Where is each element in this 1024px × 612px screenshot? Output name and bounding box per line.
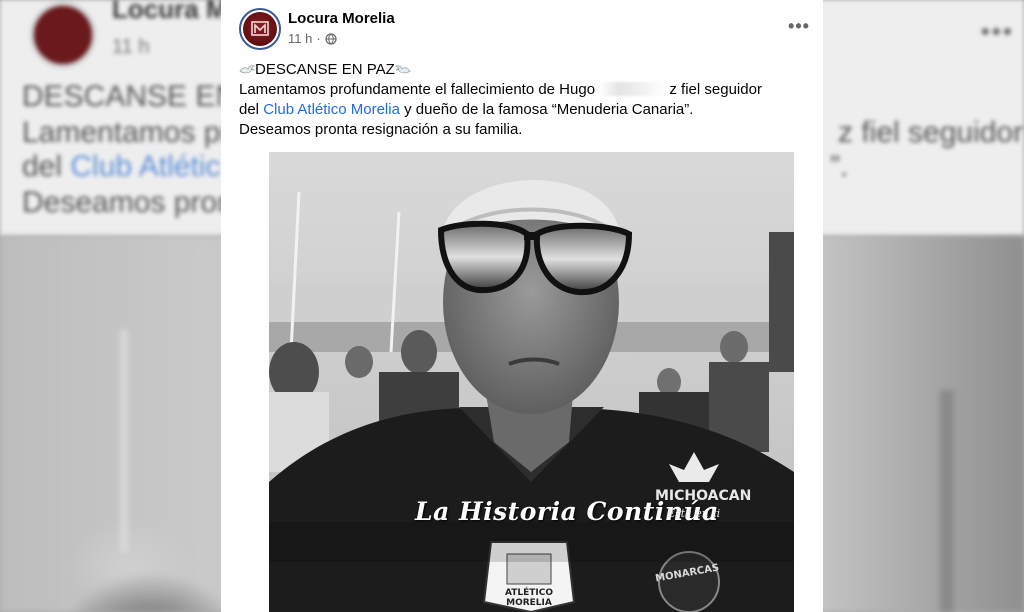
post-photo[interactable]: La Historia Continúa MICHOACAN Está en t… [269, 152, 794, 612]
post-meta: 11 h · [288, 31, 337, 46]
post-time-link[interactable]: 11 h [288, 31, 312, 46]
background-text-line3: del Club Atlétic [22, 150, 220, 184]
background-pole [120, 330, 128, 552]
meta-separator: · [316, 31, 321, 46]
background-text-line3-right: ”. [830, 150, 849, 183]
background-text-line2-left: Lamentamos pro [22, 116, 248, 149]
background-text-line4: Deseamos pron [22, 186, 234, 219]
post-header: Locura Morelia 11 h · ••• [221, 0, 823, 56]
dove-icon [239, 65, 255, 74]
background-avatar [30, 2, 96, 68]
page-name-link[interactable]: Locura Morelia [288, 10, 395, 27]
post-text-line3-prefix: del [239, 101, 260, 118]
page-avatar[interactable] [239, 8, 281, 50]
crest-text: ATLÉTICO MORELIA [504, 588, 554, 608]
post-text-line2-prefix: Lamentamos profundamente el fallecimient… [239, 81, 596, 98]
facebook-post: Locura Morelia 11 h · ••• DESCANSE EN PA… [221, 0, 823, 612]
club-atletico-morelia-link[interactable]: Club Atlético Morelia [263, 101, 400, 118]
rip-heading: DESCANSE EN PAZ [255, 61, 395, 78]
background-text-line1: DESCANSE EN [22, 80, 238, 113]
post-text-line3: del Club Atlético Morelia y dueño de la … [239, 100, 819, 120]
post-text-line1: DESCANSE EN PAZ [239, 60, 819, 80]
locura-morelia-logo-icon [243, 12, 277, 46]
background-page-name: Locura M [112, 0, 228, 24]
post-text: DESCANSE EN PAZ Lamentamos profundamente… [239, 60, 819, 140]
background-text-line3-prefix: del [22, 150, 63, 183]
background-pole [940, 390, 954, 612]
background-post-time: 11 h [112, 36, 150, 58]
more-options-icon: ••• [788, 15, 810, 36]
post-text-line3-suffix: y dueño de la famosa “Menuderia Canaria”… [404, 101, 694, 118]
post-text-line2: Lamentamos profundamente el fallecimient… [239, 80, 819, 100]
memorial-photo-illustration [269, 152, 794, 612]
background-text-line2-right: z fiel seguidor [838, 116, 1024, 149]
jersey-slogan-text: Está en ti [667, 507, 721, 520]
background-club-link: Club Atlétic [70, 150, 221, 183]
dove-icon [394, 65, 411, 74]
jersey-sponsor-text: MICHOACAN [655, 488, 752, 504]
post-text-line2-suffix: z fiel seguidor [669, 81, 762, 98]
post-text-line4: Deseamos pronta resignación a su familia… [239, 121, 523, 138]
globe-icon [325, 32, 337, 45]
background-more-icon: ••• [980, 16, 1014, 46]
more-options-button[interactable]: ••• [785, 12, 813, 40]
redacted-name [599, 82, 666, 96]
